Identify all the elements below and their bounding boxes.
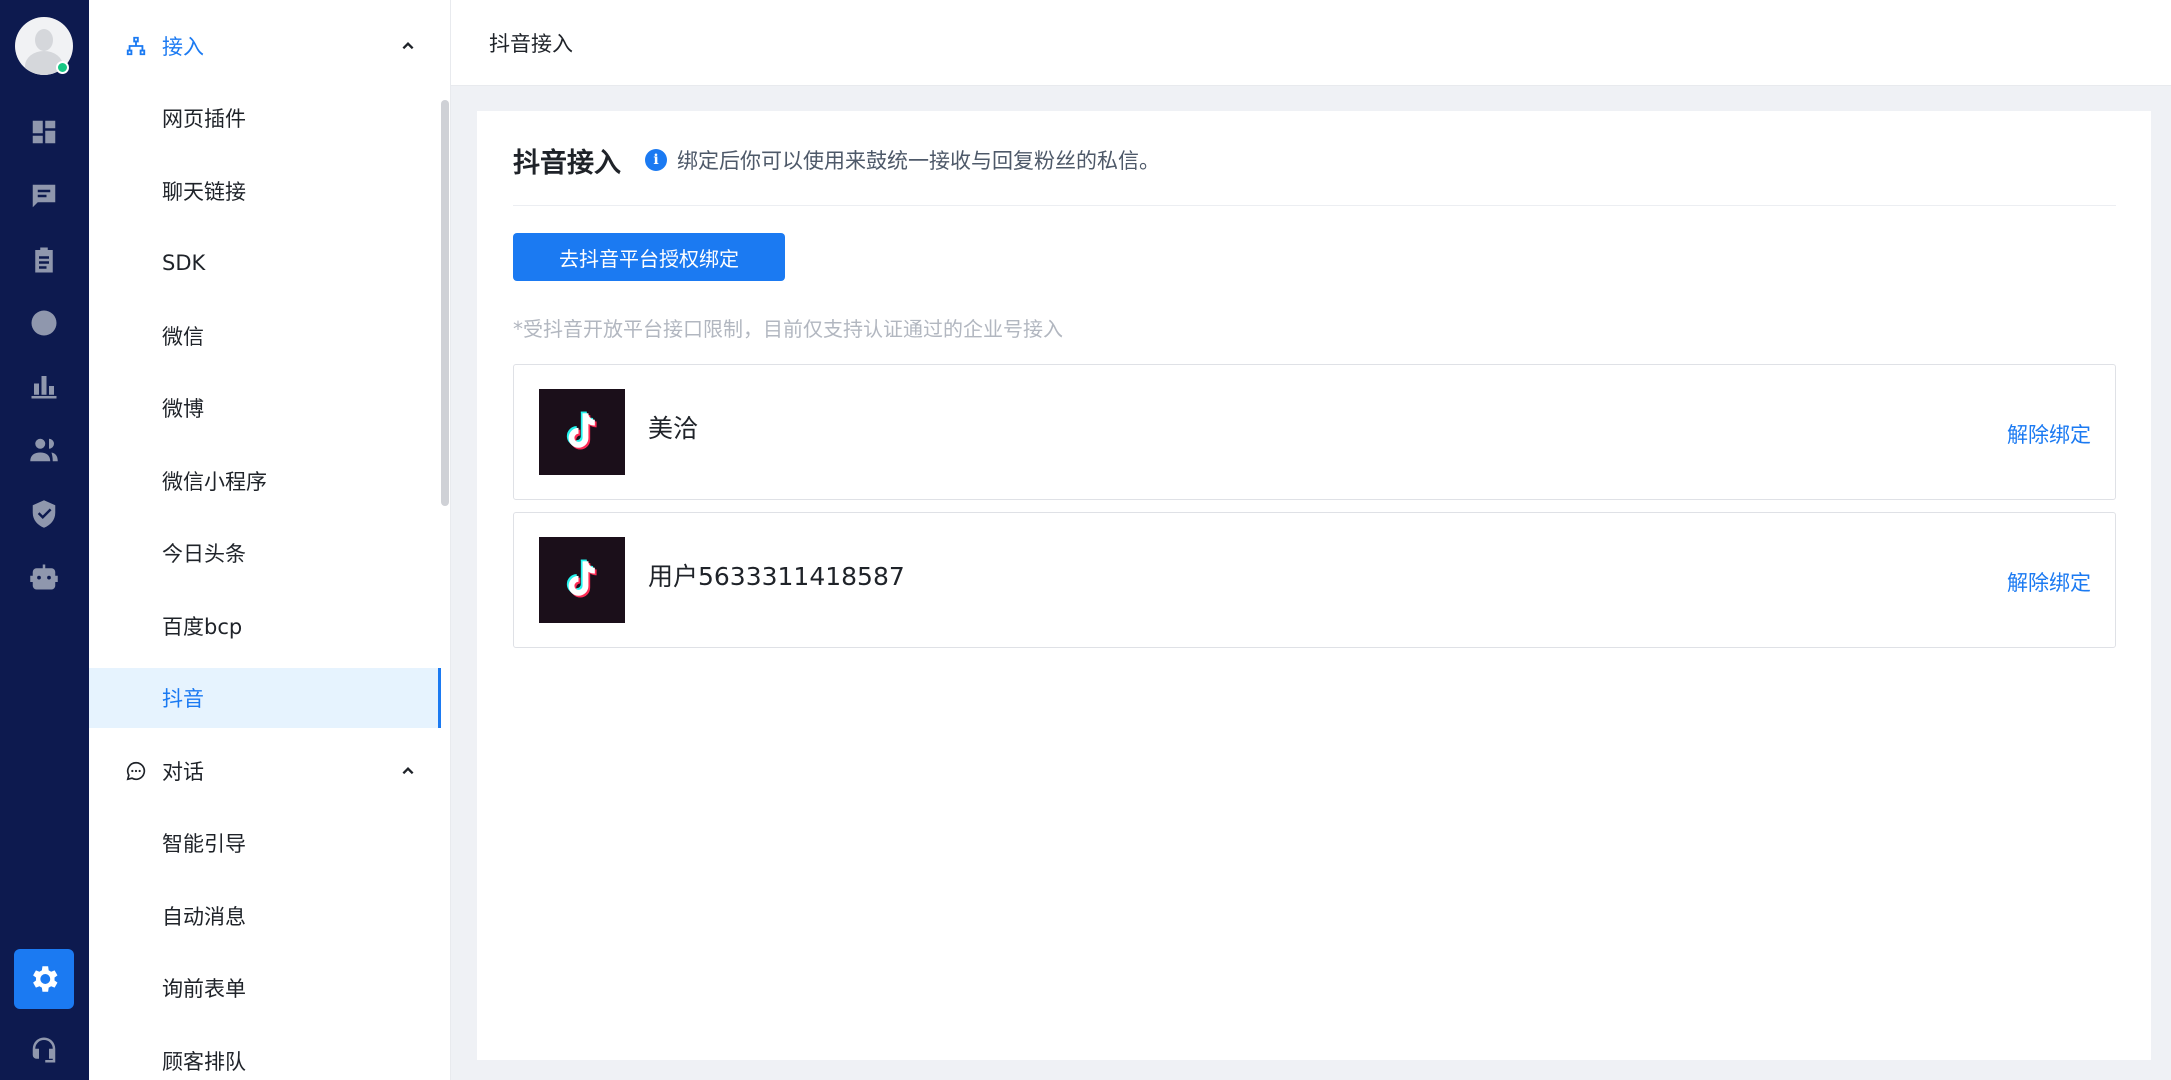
robot-icon[interactable] (29, 562, 59, 592)
menu-group-access-label: 接入 (162, 35, 204, 59)
chevron-up-icon (402, 42, 414, 50)
tiktok-logo (539, 537, 625, 623)
menu-item-chat-link[interactable]: 聊天链接 (89, 161, 441, 221)
divider (513, 205, 2116, 206)
main-card: 抖音接入 i 绑定后你可以使用来鼓统一接收与回复粉丝的私信。 去抖音平台授权绑定… (477, 111, 2151, 1060)
clock-icon[interactable] (29, 308, 59, 338)
menu-item-baidu-bcp[interactable]: 百度bcp (89, 596, 441, 656)
chat-bubble-icon (126, 761, 146, 781)
chat-icon[interactable] (29, 181, 59, 211)
dashboard-icon[interactable] (29, 117, 59, 147)
menu-group-access[interactable]: 接入 (89, 10, 450, 82)
menu-item-douyin[interactable]: 抖音 (89, 668, 441, 728)
secondary-menu: 接入 网页插件 聊天链接 SDK 微信 微博 微信小程序 今日头条 百度bcp … (89, 0, 451, 1080)
info-hint: i 绑定后你可以使用来鼓统一接收与回复粉丝的私信。 (645, 145, 1160, 175)
bar-chart-icon[interactable] (29, 371, 59, 401)
info-text: 绑定后你可以使用来鼓统一接收与回复粉丝的私信。 (677, 149, 1160, 173)
account-card: 美洽 解除绑定 (513, 364, 2116, 500)
menu-item-web-plugin[interactable]: 网页插件 (89, 88, 441, 148)
account-card: 用户5633311418587 解除绑定 (513, 512, 2116, 648)
settings-icon[interactable] (14, 949, 74, 1009)
unbind-link[interactable]: 解除绑定 (2007, 419, 2091, 449)
unbind-link[interactable]: 解除绑定 (2007, 567, 2091, 597)
menu-item-weibo[interactable]: 微博 (89, 378, 441, 438)
account-name: 美洽 (648, 414, 699, 443)
info-icon: i (645, 149, 667, 171)
menu-scrollbar[interactable] (441, 100, 449, 506)
primary-sidebar (0, 0, 89, 1080)
breadcrumb: 抖音接入 (489, 32, 573, 56)
shield-icon[interactable] (29, 499, 59, 529)
restriction-note: *受抖音开放平台接口限制，目前仅支持认证通过的企业号接入 (513, 317, 1063, 341)
menu-group-dialog-label: 对话 (162, 760, 204, 784)
menu-item-customer-queue[interactable]: 顾客排队 (89, 1031, 441, 1080)
network-icon (126, 36, 146, 56)
menu-item-wechat-miniprogram[interactable]: 微信小程序 (89, 451, 441, 511)
online-status-dot (56, 61, 69, 74)
menu-item-wechat[interactable]: 微信 (89, 306, 441, 366)
menu-group-dialog[interactable]: 对话 (89, 735, 450, 807)
menu-item-smart-guide[interactable]: 智能引导 (89, 813, 441, 873)
menu-item-pre-chat-form[interactable]: 询前表单 (89, 958, 441, 1018)
tiktok-logo (539, 389, 625, 475)
top-header: 抖音接入 (451, 0, 2171, 86)
account-name: 用户5633311418587 (648, 562, 905, 591)
authorize-bind-button[interactable]: 去抖音平台授权绑定 (513, 233, 785, 281)
users-icon[interactable] (29, 435, 59, 465)
avatar-head (35, 29, 53, 51)
menu-item-sdk[interactable]: SDK (89, 233, 441, 293)
menu-item-auto-message[interactable]: 自动消息 (89, 886, 441, 946)
clipboard-icon[interactable] (29, 245, 59, 275)
support-icon[interactable] (29, 1035, 59, 1065)
chevron-up-icon (402, 767, 414, 775)
page-title: 抖音接入 (513, 148, 621, 179)
menu-item-toutiao[interactable]: 今日头条 (89, 523, 441, 583)
